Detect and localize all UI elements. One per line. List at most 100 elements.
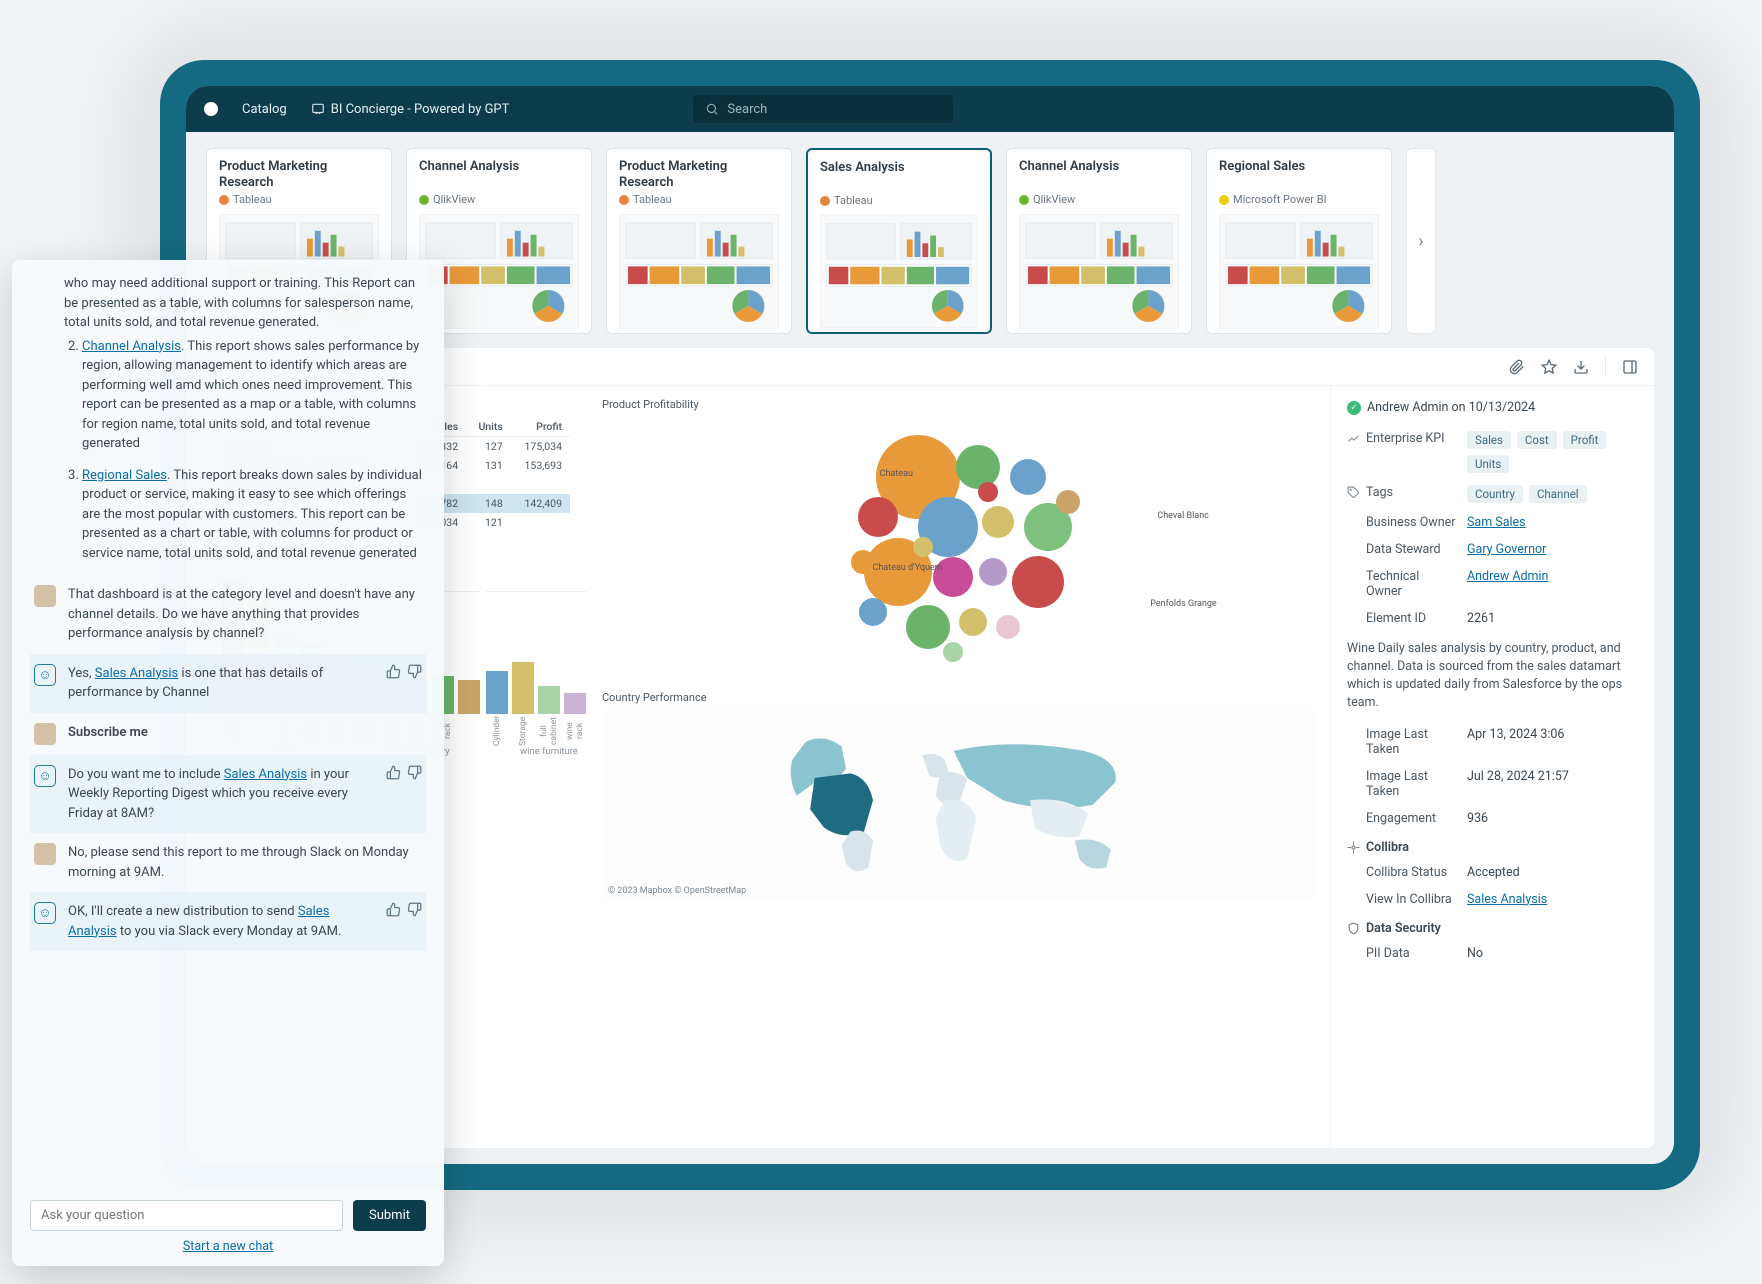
bubble-label: Chateau d'Yquem: [873, 563, 943, 573]
bubble-label: Chateau: [880, 469, 913, 479]
tag-chip[interactable]: Channel: [1529, 485, 1587, 503]
report-card[interactable]: Product Marketing Research Tableau: [606, 148, 792, 334]
chat-bot-msg2: ☺ Yes, Sales Analysis is one that has de…: [30, 654, 426, 713]
meta-link[interactable]: Andrew Admin: [1467, 569, 1548, 584]
card-title: Sales Analysis: [820, 160, 978, 190]
thumbs-down-icon[interactable]: [407, 664, 422, 679]
chat-submit-button[interactable]: Submit: [353, 1200, 426, 1231]
chat-link-sales2[interactable]: Sales Analysis: [224, 767, 307, 782]
chat-input[interactable]: [30, 1200, 343, 1231]
bot-icon: ☺: [34, 664, 56, 686]
meta-description: Wine Daily sales analysis by country, pr…: [1347, 632, 1638, 721]
world-map: © 2023 Mapbox © OpenStreetMap: [602, 710, 1314, 900]
bubble-label: Cheval Blanc: [1157, 511, 1209, 521]
tags-label: Tags: [1366, 485, 1393, 500]
meta-panel: ✓ Andrew Admin on 10/13/2024 Enterprise …: [1330, 386, 1654, 1148]
new-chat-link[interactable]: Start a new chat: [30, 1239, 426, 1254]
nav-catalog[interactable]: Catalog: [242, 102, 287, 117]
chart-icon: [1347, 432, 1360, 445]
verified-icon: ✓: [1347, 401, 1361, 415]
gear-icon: [1347, 841, 1360, 854]
kpi-chip[interactable]: Sales: [1467, 431, 1511, 449]
card-source: Microsoft Power BI: [1219, 193, 1379, 206]
country-title: Country Performance: [602, 691, 1314, 704]
map-credit: © 2023 Mapbox © OpenStreetMap: [608, 886, 746, 896]
meta-row: Technical OwnerAndrew Admin: [1347, 563, 1638, 605]
card-thumbnail: [820, 215, 978, 328]
card-title: Channel Analysis: [419, 159, 579, 189]
thumbs-up-icon[interactable]: [386, 664, 401, 679]
thumbs-down-icon[interactable]: [407, 902, 422, 917]
report-card[interactable]: Sales Analysis Tableau: [806, 148, 992, 334]
chat-link-channel[interactable]: Channel Analysis: [82, 339, 181, 354]
search-placeholder: Search: [727, 102, 767, 117]
chat-messages: who may need additional support or train…: [30, 274, 426, 1190]
meta-row: Engagement936: [1347, 805, 1638, 832]
shield-icon: [1347, 922, 1360, 935]
meta-link[interactable]: Sam Sales: [1467, 515, 1526, 530]
app-header: Catalog BI Concierge - Powered by GPT Se…: [186, 86, 1674, 132]
tag-icon: [1347, 486, 1360, 499]
user-avatar: [34, 723, 56, 745]
search-icon: [705, 102, 719, 116]
profitability-title: Product Profitability: [602, 398, 1314, 411]
chat-user-msg3: No, please send this report to me throug…: [30, 833, 426, 892]
app-logo: [204, 102, 218, 116]
thumbs-up-icon[interactable]: [386, 765, 401, 780]
nav-concierge[interactable]: BI Concierge - Powered by GPT: [311, 102, 510, 117]
meta-verified-text: Andrew Admin on 10/13/2024: [1367, 400, 1535, 415]
card-thumbnail: [1219, 214, 1379, 329]
kpi-chip[interactable]: Cost: [1517, 431, 1557, 449]
chat-bot-msg4: ☺ OK, I'll create a new distribution to …: [30, 892, 426, 951]
meta-row: Collibra StatusAccepted: [1347, 859, 1638, 886]
card-source: QlikView: [419, 193, 579, 206]
chat-item2-body: This report shows sales performance by r…: [82, 339, 419, 452]
meta-verified: ✓ Andrew Admin on 10/13/2024: [1347, 400, 1638, 415]
bot-icon: ☺: [34, 902, 56, 924]
meta-link[interactable]: Gary Governor: [1467, 542, 1546, 557]
meta-row: Image Last TakenApr 13, 2024 3:06: [1347, 721, 1638, 763]
collibra-header: Collibra: [1347, 832, 1638, 859]
star-icon[interactable]: [1541, 359, 1557, 375]
chat-link-sales1[interactable]: Sales Analysis: [95, 666, 178, 681]
bot-icon: ☺: [34, 765, 56, 787]
card-thumbnail: [619, 214, 779, 329]
bubble-label: Penfolds Grange: [1150, 599, 1216, 609]
kpi-chip[interactable]: Profit: [1563, 431, 1607, 449]
meta-row: View In CollibraSales Analysis: [1347, 886, 1638, 913]
chat-user3-text: No, please send this report to me throug…: [68, 843, 422, 882]
nav-concierge-label: BI Concierge - Powered by GPT: [331, 102, 510, 117]
card-source: Tableau: [619, 193, 779, 206]
toolbar-separator: [1605, 357, 1606, 377]
user-avatar: [34, 843, 56, 865]
bubble-chart: Chateau Cheval Blanc Chateau d'Yquem Penfol…: [602, 417, 1314, 677]
paperclip-icon[interactable]: [1509, 359, 1525, 375]
kpi-label: Enterprise KPI: [1366, 431, 1445, 446]
chat-link-regional[interactable]: Regional Sales: [82, 468, 167, 483]
viz-right-column: Product Profitability: [586, 386, 1330, 1148]
meta-link[interactable]: Sales Analysis: [1467, 892, 1547, 907]
thumbs-up-icon[interactable]: [386, 902, 401, 917]
meta-row: Image Last TakenJul 28, 2024 21:57: [1347, 763, 1638, 805]
report-card[interactable]: Channel Analysis QlikView: [1006, 148, 1192, 334]
search-input[interactable]: Search: [693, 95, 953, 123]
thumbs-down-icon[interactable]: [407, 765, 422, 780]
meta-row: PII DataNo: [1347, 940, 1638, 967]
card-title: Product Marketing Research: [619, 159, 779, 189]
report-card[interactable]: Regional Sales Microsoft Power BI: [1206, 148, 1392, 334]
meta-row: Element ID2261: [1347, 605, 1638, 632]
card-thumbnail: [1019, 214, 1179, 329]
cards-next-button[interactable]: ›: [1406, 148, 1436, 334]
card-title: Regional Sales: [1219, 159, 1379, 189]
chat-user2-text: Subscribe me: [68, 723, 422, 743]
download-icon[interactable]: [1573, 359, 1589, 375]
tag-chip[interactable]: Country: [1467, 485, 1523, 503]
kpi-chip[interactable]: Units: [1467, 455, 1509, 473]
chat-user1-text: That dashboard is at the category level …: [68, 585, 422, 644]
card-title: Product Marketing Research: [219, 159, 379, 189]
security-header: Data Security: [1347, 913, 1638, 940]
chat-bot-msg3: ☺ Do you want me to include Sales Analys…: [30, 755, 426, 834]
chat-panel: who may need additional support or train…: [12, 260, 444, 1266]
panel-icon[interactable]: [1622, 359, 1638, 375]
chat-icon: [311, 102, 325, 116]
